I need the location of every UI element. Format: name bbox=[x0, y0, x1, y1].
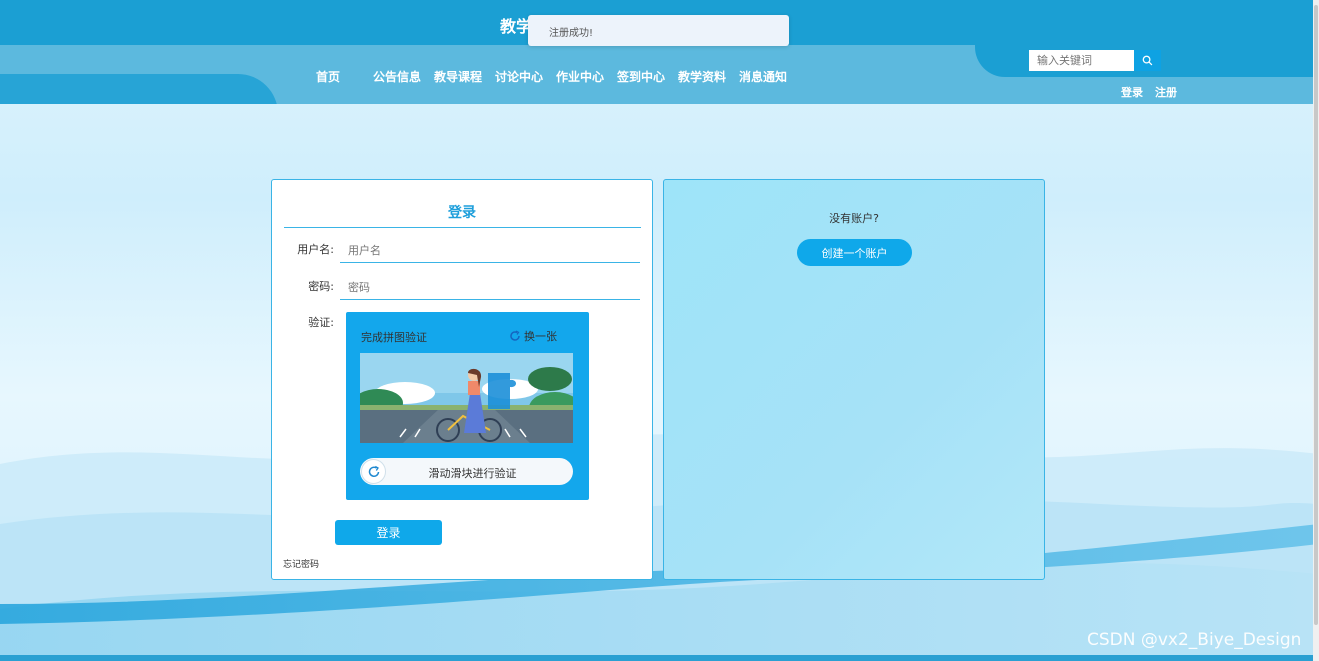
captcha-refresh-label: 换一张 bbox=[524, 330, 557, 343]
register-panel: 没有账户? 创建一个账户 bbox=[663, 179, 1045, 580]
search-icon bbox=[1142, 55, 1153, 66]
username-label: 用户名: bbox=[297, 243, 334, 256]
title-divider bbox=[284, 227, 641, 228]
nav-home[interactable]: 首页 bbox=[316, 68, 340, 85]
search-input[interactable] bbox=[1029, 50, 1134, 71]
captcha-slider-track: 滑动滑块进行验证 bbox=[360, 458, 573, 485]
captcha-widget: 完成拼图验证 换一张 滑动滑块进行验证 bbox=[346, 312, 589, 500]
watermark: CSDN @vx2_Biye_Design bbox=[1087, 630, 1302, 650]
search-button[interactable] bbox=[1134, 50, 1161, 71]
refresh-icon bbox=[510, 330, 520, 341]
nav-homework[interactable]: 作业中心 bbox=[556, 68, 604, 85]
login-title: 登录 bbox=[448, 205, 476, 221]
captcha-refresh-button[interactable]: 换一张 bbox=[509, 328, 557, 344]
background-waves bbox=[0, 434, 1319, 661]
main-nav: 首页 公告信息 教导课程 讨论中心 作业中心 签到中心 教学资料 消息通知 bbox=[0, 68, 900, 86]
verify-label: 验证: bbox=[308, 316, 334, 329]
create-account-button[interactable]: 创建一个账户 bbox=[797, 239, 912, 266]
captcha-hint: 完成拼图验证 bbox=[361, 331, 427, 344]
bottom-strip bbox=[0, 655, 1313, 661]
nav-notifications[interactable]: 消息通知 bbox=[739, 68, 787, 85]
slider-handle[interactable] bbox=[361, 459, 386, 484]
nav-announcements[interactable]: 公告信息 bbox=[373, 68, 421, 85]
forgot-password-link[interactable]: 忘记密码 bbox=[283, 557, 319, 570]
login-button[interactable]: 登录 bbox=[335, 520, 442, 545]
nav-materials[interactable]: 教学资料 bbox=[678, 68, 726, 85]
scrollbar-thumb[interactable] bbox=[1314, 5, 1318, 625]
password-label: 密码: bbox=[308, 280, 334, 293]
refresh-icon bbox=[368, 465, 379, 477]
success-toast: 注册成功! bbox=[528, 15, 789, 46]
nav-courses[interactable]: 教导课程 bbox=[434, 68, 482, 85]
login-panel: 登录 用户名: 密码: 验证: 完成拼图验证 换一张 bbox=[271, 179, 653, 580]
header-login-link[interactable]: 登录 bbox=[1121, 84, 1143, 100]
slider-instruction: 滑动滑块进行验证 bbox=[428, 467, 517, 480]
no-account-text: 没有账户? bbox=[829, 212, 879, 225]
header-register-link[interactable]: 注册 bbox=[1155, 84, 1177, 100]
nav-discussion[interactable]: 讨论中心 bbox=[495, 68, 543, 85]
password-input[interactable] bbox=[340, 276, 640, 300]
nav-checkin[interactable]: 签到中心 bbox=[617, 68, 665, 85]
username-input[interactable] bbox=[340, 239, 640, 263]
captcha-puzzle-image bbox=[360, 353, 573, 443]
